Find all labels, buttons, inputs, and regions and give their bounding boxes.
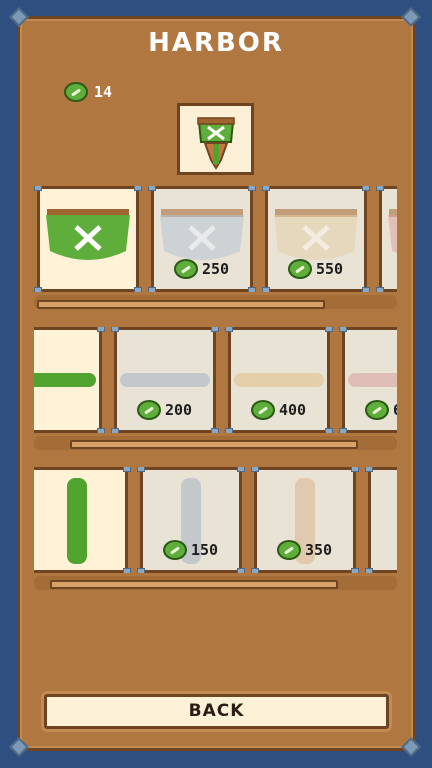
item-card-red-hull[interactable] [376, 186, 397, 292]
leaf-coin-icon [64, 82, 88, 102]
rivet-icon [376, 186, 384, 191]
rivet-icon [97, 327, 105, 332]
price-label: 200 [165, 401, 193, 419]
boat-preview [177, 103, 254, 175]
green-hull-icon [46, 209, 130, 260]
rivet-icon [225, 327, 233, 332]
leaf-coin-icon [163, 540, 187, 560]
rivet-icon [97, 428, 105, 433]
rivet-icon [148, 186, 156, 191]
green-mast-icon [67, 478, 87, 564]
rivet-icon [248, 287, 256, 292]
item-card-blue-mast[interactable]: 150 [137, 467, 245, 573]
rivet-icon [262, 287, 270, 292]
red-hull-icon [388, 209, 397, 254]
item-card-green-hull[interactable] [34, 186, 142, 292]
leaf-coin-icon [365, 400, 389, 420]
leaf-coin-icon [277, 540, 301, 560]
rivet-icon [351, 568, 359, 573]
rivet-icon [225, 428, 233, 433]
rivet-icon [211, 428, 219, 433]
rivet-icon [237, 568, 245, 573]
rivet-icon [137, 467, 145, 472]
item-card-red-plank[interactable]: 6 [339, 327, 397, 433]
item-card-green-plank[interactable] [34, 327, 105, 433]
price-tag: 400 [251, 400, 306, 420]
red-plank-icon [348, 373, 397, 387]
currency-amount: 14 [94, 83, 113, 101]
item-card-blue-plank[interactable]: 200 [111, 327, 219, 433]
price-label: 250 [202, 260, 230, 278]
shelf [70, 440, 358, 449]
currency-display: 14 [64, 82, 112, 102]
item-card-green-mast[interactable] [34, 467, 131, 573]
item-card-tan-hull[interactable]: 550 [262, 186, 370, 292]
item-card-red-mast[interactable] [365, 467, 397, 573]
rivet-icon [365, 568, 373, 573]
price-tag: 550 [288, 259, 343, 279]
rivet-icon [148, 287, 156, 292]
rivet-icon [325, 327, 333, 332]
rivet-icon [362, 186, 370, 191]
page-title: HARBOR [148, 28, 284, 58]
rivet-icon [123, 467, 131, 472]
price-label: 6 [393, 401, 397, 419]
rivet-icon [237, 467, 245, 472]
rivet-icon [211, 327, 219, 332]
rivet-icon [123, 568, 131, 573]
back-button[interactable]: BACK [44, 694, 389, 729]
rivet-icon [376, 287, 384, 292]
price-label: 550 [316, 260, 344, 278]
rivet-icon [34, 287, 42, 292]
rivet-icon [111, 327, 119, 332]
plank-row[interactable]: 200 400 6 [34, 327, 397, 433]
item-card-tan-plank[interactable]: 400 [225, 327, 333, 433]
item-card-blue-hull[interactable]: 250 [148, 186, 256, 292]
item-card-tan-mast[interactable]: 350 [251, 467, 359, 573]
rivet-icon [34, 186, 42, 191]
rivet-icon [251, 467, 259, 472]
shelf [37, 300, 325, 309]
rivet-icon [339, 327, 347, 332]
tan-plank-icon [234, 373, 324, 387]
rivet-icon [134, 186, 142, 191]
leaf-coin-icon [288, 259, 312, 279]
green-plank-icon [34, 373, 96, 387]
price-label: 350 [305, 541, 333, 559]
rivet-icon [362, 287, 370, 292]
rivet-icon [248, 186, 256, 191]
shelf [50, 580, 338, 589]
price-tag: 350 [277, 540, 332, 560]
mast-row[interactable]: 150 350 [34, 467, 397, 573]
price-tag: 6 [365, 400, 397, 420]
rivet-icon [339, 428, 347, 433]
rivet-icon [111, 428, 119, 433]
leaf-coin-icon [174, 259, 198, 279]
rivet-icon [351, 467, 359, 472]
price-tag: 150 [163, 540, 218, 560]
leaf-coin-icon [251, 400, 275, 420]
price-label: 400 [279, 401, 307, 419]
hull-row[interactable]: 250 550 [34, 186, 397, 292]
rivet-icon [137, 568, 145, 573]
rivet-icon [134, 287, 142, 292]
price-label: 150 [191, 541, 219, 559]
rivet-icon [262, 186, 270, 191]
blue-plank-icon [120, 373, 210, 387]
price-tag: 250 [174, 259, 229, 279]
rivet-icon [325, 428, 333, 433]
rivet-icon [251, 568, 259, 573]
rivet-icon [365, 467, 373, 472]
price-tag: 200 [137, 400, 192, 420]
leaf-coin-icon [137, 400, 161, 420]
boat-preview-icon [197, 117, 235, 170]
